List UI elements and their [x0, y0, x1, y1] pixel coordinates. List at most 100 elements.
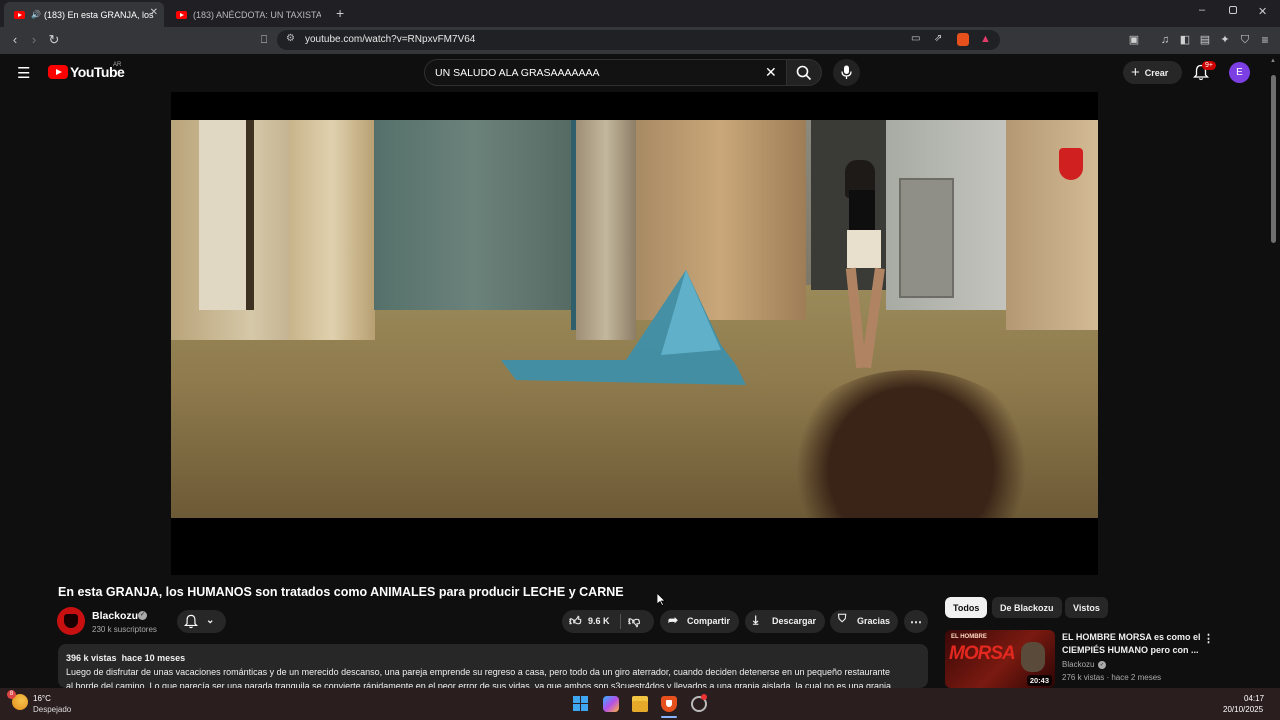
thanks-label: Gracias	[857, 616, 891, 626]
plus-icon: +	[1131, 64, 1140, 81]
minimize-button[interactable]: –	[1199, 4, 1205, 16]
region-code: AR	[113, 62, 122, 68]
active-app-indicator	[661, 716, 677, 718]
tab-close-icon[interactable]: ✕	[150, 7, 158, 18]
chip-from-channel[interactable]: De Blackozu	[992, 597, 1062, 618]
page-scrollbar[interactable]	[1271, 75, 1276, 243]
bookmark-icon[interactable]: ⎕	[256, 32, 272, 48]
like-dislike-group: 👍︎ 9.6 K 👎︎	[562, 610, 654, 633]
weather-description: Despejado	[33, 705, 72, 714]
notifications-button[interactable]: 9+	[1192, 61, 1216, 82]
menu-icon[interactable]: ≡	[1257, 32, 1273, 48]
browser-tab-bar: 🔊 (183) En esta GRANJA, los HU... ✕ (183…	[0, 0, 1280, 27]
more-actions-button[interactable]: ⋯	[904, 610, 928, 633]
clock-time[interactable]: 04:17	[1244, 694, 1264, 703]
recommendation-menu-icon[interactable]: ⋮	[1203, 632, 1214, 645]
duration-badge: 20:43	[1026, 675, 1052, 686]
like-icon[interactable]: 👍︎	[569, 614, 582, 629]
wallet-icon[interactable]: ▤	[1197, 32, 1213, 48]
sidebar-icon[interactable]: ▣	[1126, 32, 1142, 48]
cast-icon[interactable]: ▭	[911, 33, 920, 44]
create-label: Crear	[1144, 67, 1169, 78]
channel-name[interactable]: Blackozu	[92, 610, 138, 622]
temperature: 16°C	[33, 694, 51, 703]
tab-label: (183) ANÉCDOTA: UN TAXISTA MUY ...	[193, 9, 321, 20]
description-line: Luego de disfrutar de unas vacaciones ro…	[66, 667, 891, 677]
thumb-text-small: EL HOMBRE	[951, 634, 987, 640]
share-label: Compartir	[687, 616, 731, 626]
search-icon	[796, 65, 812, 81]
search-box[interactable]: UN SALUDO ALA GRASAAAAAAA ✕	[424, 59, 787, 86]
notification-badge: 9+	[1202, 61, 1216, 70]
recommendation-title[interactable]: EL HOMBRE MORSA es como el CIEMPIÉS HUMA…	[1062, 631, 1202, 657]
verified-icon: ✓	[138, 611, 147, 620]
close-window-button[interactable]: ✕	[1258, 5, 1267, 18]
download-icon: ⤓	[753, 613, 759, 627]
chip-watched[interactable]: Vistos	[1065, 597, 1108, 618]
start-icon[interactable]	[573, 696, 589, 712]
video-frame	[171, 120, 1098, 518]
bell-icon	[184, 614, 198, 629]
download-label: Descargar	[772, 616, 817, 626]
like-count[interactable]: 9.6 K	[588, 616, 610, 626]
weather-icon[interactable]: 8	[7, 690, 28, 710]
copilot-icon[interactable]	[603, 696, 619, 712]
back-button[interactable]: ‹	[7, 32, 23, 48]
recommendation-channel[interactable]: Blackozu	[1062, 660, 1094, 669]
scroll-up-icon[interactable]: ▲	[1270, 58, 1276, 64]
avatar[interactable]: E	[1229, 62, 1250, 83]
split-view-icon[interactable]: ◧	[1177, 32, 1193, 48]
share-page-icon[interactable]: ⇗	[934, 33, 942, 44]
new-tab-button[interactable]: +	[336, 5, 344, 21]
vpn-shield-icon[interactable]: ⛉	[1237, 32, 1253, 48]
video-player[interactable]	[171, 92, 1098, 575]
create-button[interactable]: + Crear	[1123, 61, 1182, 84]
brave-shields-icon[interactable]	[957, 33, 969, 46]
recommendation-thumbnail[interactable]: EL HOMBRE MORSA 20:43	[945, 630, 1055, 688]
thanks-button[interactable]: ⛉ Gracias	[830, 610, 898, 633]
restore-button[interactable]	[1229, 6, 1237, 14]
share-button[interactable]: ➦ Compartir	[660, 610, 739, 633]
video-title: En esta GRANJA, los HUMANOS son tratados…	[58, 585, 624, 599]
search-button[interactable]	[786, 59, 822, 86]
description-box[interactable]: 396 k vistas hace 10 meses Luego de disf…	[58, 644, 928, 688]
more-icon: ⋯	[910, 614, 922, 629]
download-button[interactable]: ⤓ Descargar	[745, 610, 825, 633]
app-icon[interactable]	[691, 694, 707, 712]
channel-watermark-icon	[1059, 148, 1083, 180]
upload-date: hace 10 meses	[121, 653, 186, 663]
tab-active[interactable]: 🔊 (183) En esta GRANJA, los HU... ✕	[4, 2, 164, 27]
weather-badge: 8	[7, 690, 16, 699]
speaker-icon: 🔊	[31, 10, 41, 19]
file-explorer-icon[interactable]	[632, 696, 648, 712]
dislike-icon[interactable]: 👎︎	[628, 614, 640, 629]
brave-rewards-icon[interactable]: ▲	[980, 33, 991, 45]
channel-avatar[interactable]	[57, 607, 85, 635]
search-input[interactable]: UN SALUDO ALA GRASAAAAAAA	[435, 67, 600, 79]
chip-all[interactable]: Todos	[945, 597, 988, 618]
voice-search-button[interactable]	[833, 59, 860, 86]
forward-button[interactable]: ›	[26, 32, 42, 48]
site-info-icon[interactable]: ⚙	[286, 33, 295, 44]
thumb-text: MORSA	[949, 643, 1016, 664]
recommendation-meta: 276 k vistas · hace 2 meses	[1062, 673, 1162, 682]
brave-browser-icon[interactable]	[661, 696, 677, 712]
share-icon: ➦	[668, 613, 679, 627]
verified-icon: ✓	[1098, 661, 1106, 669]
leo-ai-icon[interactable]: ✦	[1217, 32, 1233, 48]
description-line: al borde del camino. Lo que parecía ser …	[66, 681, 892, 688]
subscriber-count: 230 k suscriptores	[92, 625, 157, 634]
mouse-cursor-icon	[657, 593, 666, 606]
tab-inactive[interactable]: (183) ANÉCDOTA: UN TAXISTA MUY ...	[166, 2, 326, 27]
youtube-logo-icon[interactable]	[48, 65, 68, 79]
address-bar[interactable]: ⚙ youtube.com/watch?v=RNpxvFM7V64 ▭ ⇗ ▲	[277, 30, 1000, 50]
clock-date[interactable]: 20/10/2025	[1223, 705, 1263, 714]
youtube-favicon-icon	[14, 10, 25, 19]
music-icon[interactable]: ♫	[1157, 32, 1173, 48]
thanks-icon: ⛉	[838, 613, 847, 625]
microphone-icon	[841, 65, 852, 79]
subscription-bell-button[interactable]: ⌄	[177, 610, 226, 633]
guide-menu-icon[interactable]: ☰	[17, 64, 30, 82]
reload-button[interactable]: ↻	[46, 32, 62, 48]
clear-search-icon[interactable]: ✕	[765, 64, 777, 81]
